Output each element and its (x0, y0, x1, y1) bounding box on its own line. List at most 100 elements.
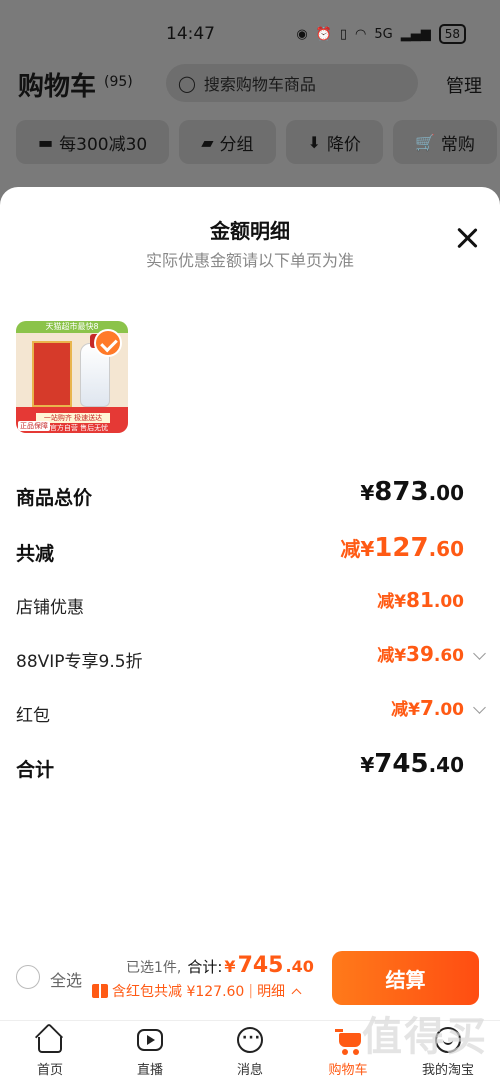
row-grand-total: 合计 ¥ 745 .40 (16, 749, 484, 785)
cart-icon: 🛒 (414, 132, 435, 152)
sheet-subtitle: 实际优惠金额请以下单页为准 (145, 251, 354, 270)
selected-count: 已选1件, (126, 960, 182, 976)
tab-home[interactable]: 首页 (10, 1022, 90, 1078)
currency-symbol: ¥ (394, 592, 407, 612)
chip-frequent[interactable]: 🛒 常购 (392, 120, 497, 164)
chip-discount[interactable]: ▬ 每300减30 (16, 120, 170, 164)
chevron-up-icon[interactable] (291, 988, 302, 998)
folder-icon: ▰ (201, 132, 214, 152)
row-label: 店铺优惠 (16, 598, 84, 618)
amount-int: 127 (374, 533, 429, 563)
search-input[interactable]: ◯ 搜索购物车商品 (166, 64, 418, 102)
tab-messages[interactable]: 消息 (210, 1025, 290, 1078)
detail-separator: | (248, 983, 254, 999)
status-time: 14:47 (166, 24, 215, 44)
amount-int: 39 (406, 642, 434, 666)
row-value: 减 ¥ 127 .60 (340, 533, 464, 563)
row-subtotal: 商品总价 ¥ 873 .00 (16, 477, 484, 513)
cart-header: 购物车 (95) ◯ 搜索购物车商品 管理 (0, 62, 500, 106)
chip-label: 分组 (219, 134, 254, 155)
discount-detail-text: 含红包共减 ¥127.60 (112, 984, 245, 1000)
detail-link[interactable]: 明细 (257, 981, 285, 1001)
coupon-icon: ▬ (38, 132, 54, 152)
chip-label: 每300减30 (59, 134, 148, 155)
currency-symbol: ¥ (360, 481, 375, 505)
battery-icon: 58 (438, 24, 466, 44)
currency-symbol: ¥ (360, 753, 375, 777)
chip-price-down[interactable]: ⬇ 降价 (285, 120, 383, 164)
row-label: 88VIP专享9.5折 (16, 652, 143, 672)
network-label: 5G (374, 26, 393, 42)
chevron-down-icon[interactable] (473, 701, 486, 714)
discount-prefix: 减 (391, 700, 409, 720)
total-label: 合计: (187, 958, 223, 976)
amount-dec: .60 (433, 646, 464, 666)
wifi-icon: ◠ (355, 26, 367, 42)
tab-label: 消息 (236, 1063, 263, 1078)
tab-label: 首页 (36, 1063, 63, 1078)
amount-int: 873 (374, 477, 429, 507)
select-all-label[interactable]: 全选 (50, 967, 82, 991)
amount-int: 7 (419, 696, 434, 720)
row-shop-discount: 店铺优惠 减 ¥ 81 .00 (16, 587, 484, 623)
chevron-down-icon[interactable] (473, 647, 486, 660)
amount-dec: .40 (428, 753, 464, 777)
price-down-icon: ⬇ (307, 132, 321, 152)
chip-label: 常购 (440, 134, 475, 155)
selected-check-icon[interactable] (94, 329, 122, 357)
amount-dec: .00 (433, 700, 464, 720)
row-label: 商品总价 (16, 487, 93, 509)
status-icons: ◉ ⏰ ▯ ◠ 5G ▂▄▆ 58 (296, 24, 466, 44)
amount-int: 745 (374, 749, 429, 779)
background-page: 14:47 ◉ ⏰ ▯ ◠ 5G ▂▄▆ 58 购物车 (95) ◯ 搜索购物车… (0, 0, 500, 200)
chip-group[interactable]: ▰ 分组 (179, 120, 276, 164)
checkout-button[interactable]: 结算 (332, 951, 479, 1005)
search-icon: ◯ (178, 73, 196, 93)
product-box-image (32, 341, 72, 407)
watermark: 值得买 (362, 1014, 488, 1060)
currency-symbol: ¥ (408, 700, 420, 720)
amount-dec: .00 (428, 481, 464, 505)
message-icon (235, 1025, 265, 1055)
row-label: 合计 (16, 759, 55, 781)
discount-prefix: 减 (340, 537, 361, 561)
chip-label: 降价 (326, 134, 361, 155)
sheet-title: 金额明细 (210, 219, 290, 243)
red-packet-icon (92, 984, 108, 998)
row-value: ¥ 745 .40 (360, 749, 464, 779)
cart-count: (95) (104, 74, 133, 90)
status-bar: 14:47 ◉ ⏰ ▯ ◠ 5G ▂▄▆ 58 (0, 18, 500, 50)
select-all-radio[interactable] (16, 965, 40, 989)
alarm-icon: ⏰ (315, 26, 332, 42)
row-total-discount: 共减 减 ¥ 127 .60 (16, 533, 484, 569)
close-icon[interactable] (454, 225, 480, 251)
currency-symbol: ¥ (360, 537, 375, 561)
total-dec: .40 (285, 957, 314, 976)
amount-dec: .60 (428, 537, 464, 561)
search-placeholder: 搜索购物车商品 (203, 75, 316, 94)
row-value: 减 ¥ 81 .00 (377, 587, 464, 612)
product-thumbnail[interactable]: 天猫超市最快8 一站购齐 极速送达 官方自营 售后无忧 正品保障 (16, 321, 128, 433)
cart-icon (333, 1025, 363, 1055)
total-summary: 已选1件, 合计: ¥ 745 .40 (126, 953, 314, 978)
discount-prefix: 减 (377, 592, 395, 612)
row-red-packet[interactable]: 红包 减 ¥ 7 .00 (16, 695, 486, 731)
manage-button[interactable]: 管理 (446, 72, 482, 98)
live-icon (135, 1025, 165, 1055)
page-title: 购物车 (18, 72, 97, 102)
home-icon (34, 1022, 65, 1055)
eye-icon: ◉ (296, 26, 308, 42)
discount-detail-toggle[interactable]: 含红包共减 ¥127.60 | 明细 (92, 981, 302, 1001)
row-vip-discount[interactable]: 88VIP专享9.5折 减 ¥ 39 .60 (16, 641, 486, 677)
amount-int: 81 (406, 588, 434, 612)
row-value: ¥ 873 .00 (360, 477, 464, 507)
vibrate-icon: ▯ (339, 26, 348, 42)
thumb-badge: 正品保障 (18, 421, 50, 431)
signal-icon: ▂▄▆ (400, 26, 431, 42)
tab-label: 直播 (136, 1063, 163, 1078)
currency-symbol: ¥ (394, 646, 407, 666)
tab-live[interactable]: 直播 (110, 1025, 190, 1078)
total-int: 745 (237, 953, 284, 978)
amount-dec: .00 (433, 592, 464, 612)
total-currency: ¥ (224, 957, 236, 976)
